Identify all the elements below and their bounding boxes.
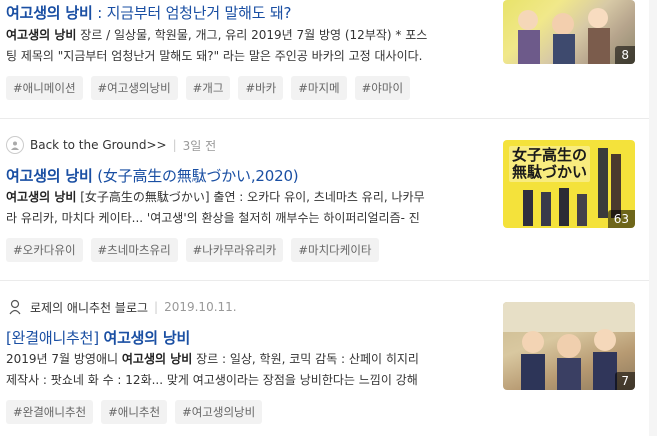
image-count-badge: 8 — [615, 46, 635, 64]
tag[interactable]: #바카 — [238, 76, 284, 100]
result-3-source[interactable]: 로제의 애니추천 블로그 | 2019.10.11. — [6, 298, 237, 316]
result-2-thumbnail[interactable]: 女子高生の 無駄づかい 63 — [503, 140, 635, 228]
tag[interactable]: #오카다유이 — [6, 238, 83, 262]
result-3-title-bold: 여고생의 낭비 — [103, 329, 191, 347]
tag[interactable]: #애니메이션 — [6, 76, 83, 100]
tag[interactable]: #여고생의낭비 — [175, 400, 263, 424]
result-3-description: 2019년 7월 방영애니 여고생의 낭비 장르 : 일상, 학원, 코믹 감독… — [6, 349, 482, 391]
result-2-source[interactable]: Back to the Ground>> | 3일 전 — [6, 136, 216, 154]
divider — [0, 280, 657, 281]
result-3-desc-bold: 여고생의 낭비 — [121, 352, 193, 366]
source-name[interactable]: Back to the Ground>> — [30, 138, 167, 152]
result-1-tags: #애니메이션 #여고생의낭비 #개그 #바카 #마지메 #야마이 — [6, 76, 411, 100]
result-3-thumbnail[interactable]: 7 — [503, 302, 635, 390]
result-3-desc-line2: 제작사 : 팟쇼네 화 수 : 12화... 맞게 여고생이라는 장점을 낭비한… — [6, 373, 418, 387]
tag[interactable]: #츠네마츠유리 — [90, 238, 178, 262]
result-3-title[interactable]: [완결애니추천] 여고생의 낭비 — [6, 327, 190, 348]
tag[interactable]: #마지메 — [291, 76, 347, 100]
result-3-tags: #완결애니추천 #애니추천 #여고생의낭비 — [6, 400, 263, 424]
tag[interactable]: #야마이 — [354, 76, 411, 100]
result-2-title-bold: 여고생의 낭비 — [6, 167, 93, 185]
result-1-desc-line1: 장르 / 일상물, 학원물, 개그, 유리 2019년 7월 방영 (12부작)… — [76, 28, 428, 42]
blog-avatar-icon — [6, 136, 24, 154]
result-2-desc-line1: [女子高生の無駄づかい] 출연 : 오카다 유이, 츠네마츠 유리, 나카무 — [76, 190, 425, 204]
result-3-title-prefix: [완결애니추천] — [6, 329, 104, 347]
result-1-desc-line2: 팅 제목의 "지금부터 엄청난거 말해도 돼?" 라는 말은 주인공 바카의 고… — [6, 49, 423, 63]
result-2-description: 여고생의 낭비 [女子高生の無駄づかい] 출연 : 오카다 유이, 츠네마츠 유… — [6, 187, 482, 229]
post-date: 3일 전 — [182, 138, 217, 153]
result-2-desc-line2: 라 유리카, 마치다 케이타... '여고생'의 환상을 철저히 깨부수는 하이… — [6, 211, 420, 225]
result-1-description: 여고생의 낭비 장르 / 일상물, 학원물, 개그, 유리 2019년 7월 방… — [6, 25, 482, 67]
result-1-title-bold: 여고생의 낭비 — [6, 4, 93, 22]
tag[interactable]: #여고생의낭비 — [90, 76, 178, 100]
separator: | — [154, 300, 159, 314]
result-1-title[interactable]: 여고생의 낭비 : 지금부터 엄청난거 말해도 돼? — [6, 2, 291, 23]
result-2-title-rest: (女子高生の無駄づかい,2020) — [92, 167, 299, 185]
tag[interactable]: #나카무라유리카 — [185, 238, 284, 262]
result-2-desc-bold: 여고생의 낭비 — [6, 190, 77, 204]
image-count-badge: 7 — [615, 372, 635, 390]
result-1-title-rest: : 지금부터 엄청난거 말해도 돼? — [92, 4, 292, 22]
result-3-desc-pre: 2019년 7월 방영애니 — [6, 352, 122, 366]
separator: | — [172, 138, 177, 152]
tag[interactable]: #개그 — [185, 76, 231, 100]
result-1-thumbnail[interactable]: 8 — [503, 0, 635, 64]
tag[interactable]: #마치다케이타 — [291, 238, 379, 262]
divider — [0, 118, 657, 119]
tag[interactable]: #완결애니추천 — [6, 400, 94, 424]
result-2-title[interactable]: 여고생의 낭비 (女子高生の無駄づかい,2020) — [6, 165, 299, 186]
image-count-badge: 63 — [607, 210, 635, 228]
source-name[interactable]: 로제의 애니추천 블로그 — [30, 299, 148, 316]
result-1-desc-bold: 여고생의 낭비 — [6, 28, 77, 42]
result-2-tags: #오카다유이 #츠네마츠유리 #나카무라유리카 #마치다케이타 — [6, 238, 379, 262]
tag[interactable]: #애니추천 — [101, 400, 168, 424]
post-date: 2019.10.11. — [164, 300, 237, 314]
scrollbar[interactable] — [649, 0, 657, 436]
blog-avatar-icon — [6, 298, 24, 316]
result-3-desc-line1: 장르 : 일상, 학원, 코믹 감독 : 산페이 히지리 — [192, 352, 419, 366]
